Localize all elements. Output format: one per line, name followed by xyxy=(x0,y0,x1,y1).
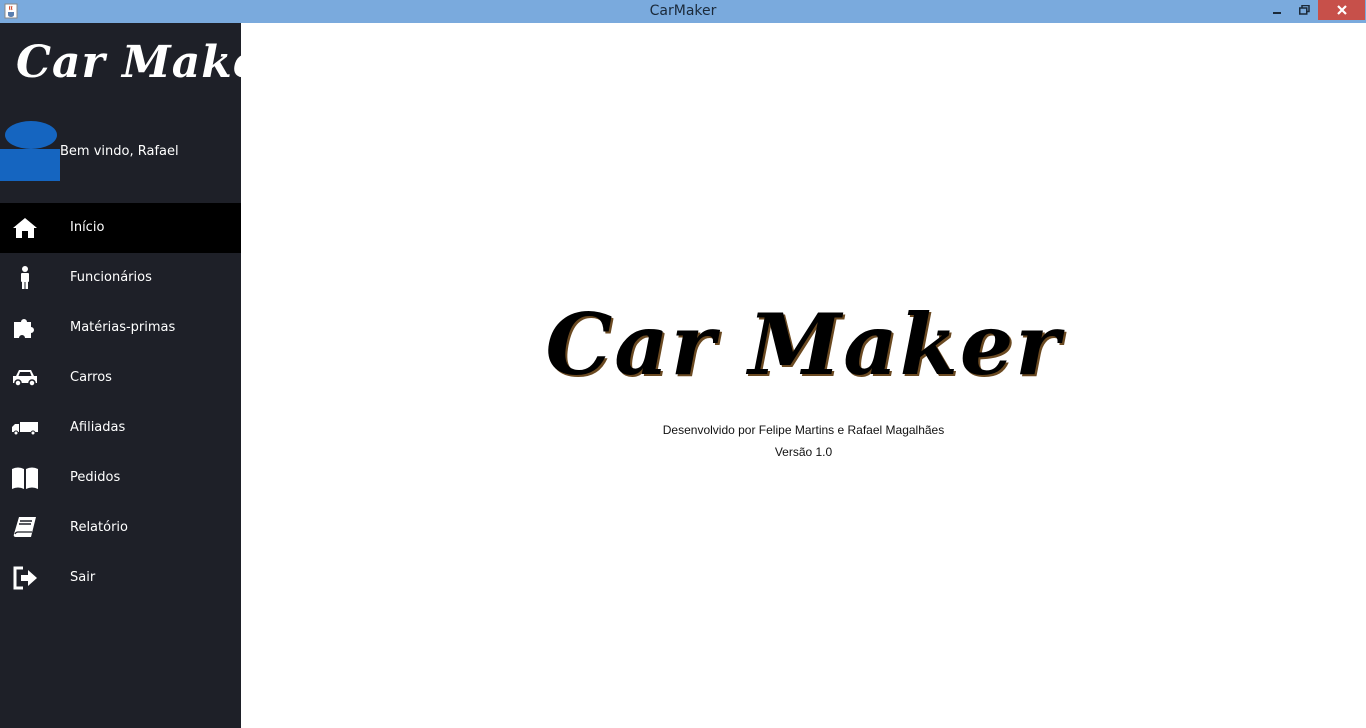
user-avatar-icon xyxy=(0,120,60,181)
close-icon xyxy=(1336,5,1347,15)
sidebar-item-funcionarios[interactable]: Funcionários xyxy=(0,253,241,303)
minimize-button[interactable] xyxy=(1264,0,1290,20)
sidebar-item-label: Relatório xyxy=(70,520,128,535)
minimize-icon xyxy=(1273,12,1281,14)
home-icon xyxy=(11,216,39,240)
sidebar-item-label: Pedidos xyxy=(70,470,121,485)
sidebar-item-materias-primas[interactable]: Matérias-primas xyxy=(0,303,241,353)
sidebar-item-label: Afiliadas xyxy=(70,420,126,435)
sidebar-item-label: Início xyxy=(70,220,105,235)
book-open-icon xyxy=(11,466,39,490)
restore-button[interactable] xyxy=(1291,0,1317,20)
window-title: CarMaker xyxy=(649,3,717,19)
close-button[interactable] xyxy=(1318,0,1365,20)
sidebar-item-inicio[interactable]: Início xyxy=(0,203,241,253)
version-text: Versão 1.0 xyxy=(774,445,833,459)
sidebar: Car Maker Bem vindo, Rafael Início Funci… xyxy=(0,23,285,728)
sidebar-item-pedidos[interactable]: Pedidos xyxy=(0,453,241,503)
app-window: CarMaker Car Maker Bem vindo, Rafael Iní… xyxy=(0,0,1366,728)
sidebar-item-label: Funcionários xyxy=(70,270,152,285)
sidebar-item-label: Matérias-primas xyxy=(70,320,176,335)
credits-text: Desenvolvido por Felipe Martins e Rafael… xyxy=(662,423,945,437)
sidebar-item-relatorio[interactable]: Relatório xyxy=(0,503,241,553)
book-icon xyxy=(11,516,39,540)
sidebar-item-afiliadas[interactable]: Afiliadas xyxy=(0,403,241,453)
sidebar-item-label: Sair xyxy=(70,570,96,585)
title-bar[interactable]: CarMaker xyxy=(0,0,1366,23)
sidebar-menu: Início Funcionários Matérias-primas Carr… xyxy=(0,203,241,603)
welcome-message: Bem vindo, Rafael xyxy=(60,144,179,159)
person-icon xyxy=(11,266,39,290)
sidebar-item-sair[interactable]: Sair xyxy=(0,553,241,603)
truck-icon xyxy=(11,416,39,440)
puzzle-icon xyxy=(11,316,39,340)
sign-out-icon xyxy=(11,566,39,590)
main-content: Car Maker Desenvolvido por Felipe Martin… xyxy=(241,23,1366,728)
car-icon xyxy=(11,366,39,390)
app-logo: Car Maker xyxy=(545,295,1062,394)
restore-icon xyxy=(1298,5,1310,15)
sidebar-item-label: Carros xyxy=(70,370,112,385)
sidebar-item-carros[interactable]: Carros xyxy=(0,353,241,403)
